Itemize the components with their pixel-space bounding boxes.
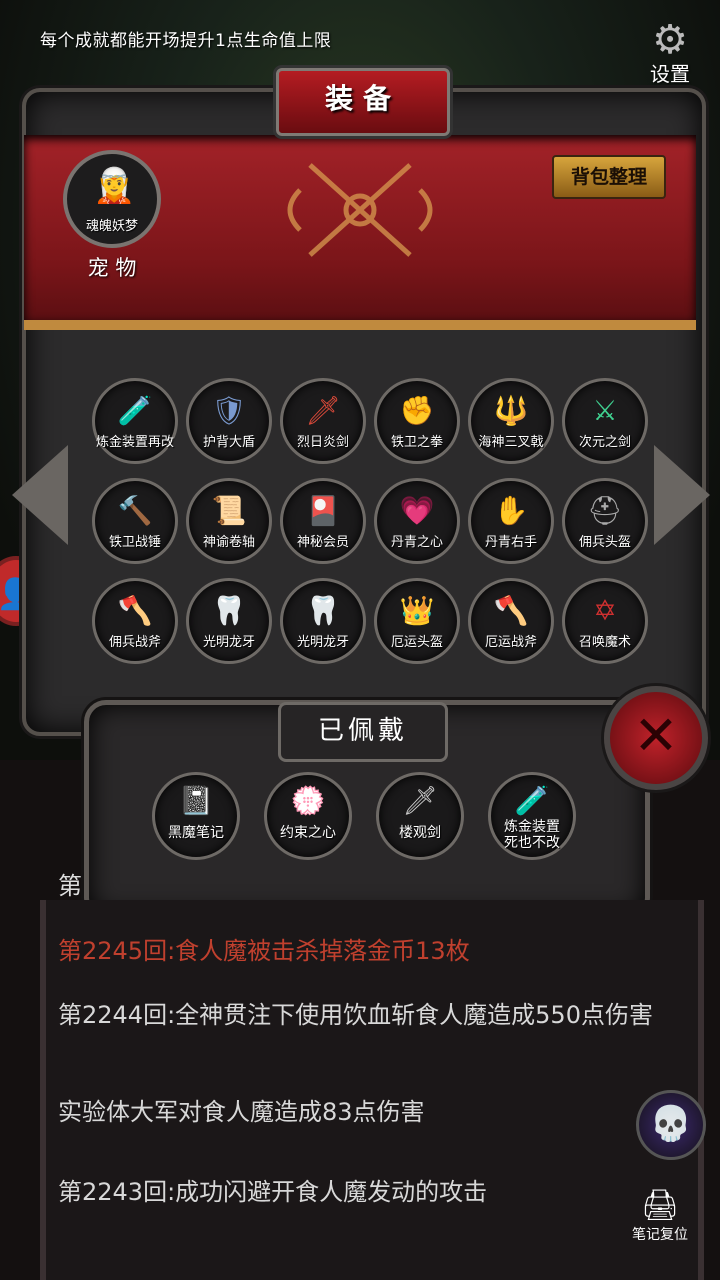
item-name: 黑魔笔记 <box>168 825 224 841</box>
log-line: 第2243回:成功闪避开食人魔发动的攻击 <box>58 1178 488 1206</box>
crossed-swords-emblem-icon <box>287 163 433 257</box>
item-name: 楼观剑 <box>399 825 441 841</box>
item-name: 炼金装置 死也不改 <box>504 819 560 851</box>
equipped-title: 已佩戴 <box>278 702 448 762</box>
inventory-slot[interactable]: 🧪 炼金装置再改 <box>92 378 178 464</box>
log-line: 实验体大军对食人魔造成83点伤害 <box>58 1098 425 1126</box>
inventory-slot[interactable]: 🎴 神秘会员 <box>280 478 366 564</box>
item-name: 光明龙牙 <box>296 635 349 650</box>
item-name: 厄运战斧 <box>484 635 537 650</box>
demon-skull-button[interactable]: 💀 <box>636 1090 706 1160</box>
sort-bag-button[interactable]: 背包整理 <box>552 155 666 199</box>
item-name: 铁卫之拳 <box>390 435 443 450</box>
pet-name: 魂魄妖梦 <box>85 219 138 234</box>
settings-label: 设置 <box>650 62 690 86</box>
item-name: 炼金装置再改 <box>95 435 174 450</box>
item-icon: 📓 <box>178 784 214 817</box>
item-name: 佣兵战斧 <box>108 635 161 650</box>
item-name: 召唤魔术 <box>578 635 631 650</box>
item-icon: 🪓 <box>117 594 153 627</box>
item-icon: 👑 <box>399 594 435 627</box>
item-icon: 🦷 <box>305 594 341 627</box>
skull-icon: 💀 <box>649 1104 693 1144</box>
top-tip-text: 每个成就都能开场提升1点生命值上限 <box>40 31 332 51</box>
pet-label: 宠 物 <box>87 256 137 280</box>
log-line-partial: 第 <box>58 872 82 900</box>
previous-page-arrow-icon[interactable] <box>12 445 68 545</box>
close-button[interactable]: ✕ <box>604 686 708 790</box>
log-line: 第2244回:全神贯注下使用饮血斩食人魔造成550点伤害 <box>58 1001 653 1029</box>
item-icon: 🧪 <box>514 784 550 817</box>
equipped-slot[interactable]: 📓 黑魔笔记 <box>152 772 240 860</box>
settings-button[interactable]: ⚙ 设置 <box>638 18 702 88</box>
item-icon: 🦷 <box>211 594 247 627</box>
item-name: 佣兵头盔 <box>578 535 631 550</box>
item-name: 厄运头盔 <box>390 635 443 650</box>
item-name: 烈日炎剑 <box>296 435 349 450</box>
item-icon: ⚔ <box>592 394 618 427</box>
inventory-slot[interactable]: ✋ 丹青右手 <box>468 478 554 564</box>
item-name: 神秘会员 <box>296 535 349 550</box>
inventory-slot[interactable]: 🪓 佣兵战斧 <box>92 578 178 664</box>
gear-icon: ⚙ <box>652 17 688 63</box>
item-icon: 📜 <box>211 494 247 527</box>
item-name: 海神三叉戟 <box>478 435 544 450</box>
item-name: 光明龙牙 <box>202 635 255 650</box>
item-name: 丹青右手 <box>484 535 537 550</box>
inventory-slot[interactable]: 🔱 海神三叉戟 <box>468 378 554 464</box>
item-icon: 🗡 <box>402 784 438 817</box>
item-name: 次元之剑 <box>578 435 631 450</box>
inventory-slot[interactable]: 📜 神谕卷轴 <box>186 478 272 564</box>
panel-title: 装备 <box>276 68 450 136</box>
inventory-slot[interactable]: 👑 厄运头盔 <box>374 578 460 664</box>
item-icon: 🔱 <box>493 394 529 427</box>
inventory-slot[interactable]: ✊ 铁卫之拳 <box>374 378 460 464</box>
item-name: 护背大盾 <box>202 435 255 450</box>
inventory-slot[interactable]: 🔨 铁卫战锤 <box>92 478 178 564</box>
next-page-arrow-icon[interactable] <box>654 445 710 545</box>
inventory-slot[interactable]: 🪓 厄运战斧 <box>468 578 554 664</box>
item-icon: 💮 <box>290 784 326 817</box>
equipped-slot[interactable]: 🗡 楼观剑 <box>376 772 464 860</box>
notes-reset-button[interactable]: 🖨 笔记复位 <box>624 1188 696 1244</box>
printer-icon: 🖨 <box>640 1188 680 1223</box>
item-icon: ✋ <box>493 494 529 527</box>
item-icon: 🧪 <box>117 394 153 427</box>
inventory-slot[interactable]: ⛑ 佣兵头盔 <box>562 478 648 564</box>
item-name: 丹青之心 <box>390 535 443 550</box>
pet-portrait: 🧝 魂魄妖梦 <box>63 150 161 248</box>
equipped-slot[interactable]: 💮 约束之心 <box>264 772 352 860</box>
item-name: 铁卫战锤 <box>108 535 161 550</box>
pet-avatar-icon: 🧝 <box>93 166 136 206</box>
item-name: 神谕卷轴 <box>202 535 255 550</box>
inventory-slot[interactable]: ✡ 召唤魔术 <box>562 578 648 664</box>
item-icon: ✡ <box>593 594 617 627</box>
inventory-slot[interactable]: 🛡 护背大盾 <box>186 378 272 464</box>
inventory-slot[interactable]: 🗡 烈日炎剑 <box>280 378 366 464</box>
inventory-slot[interactable]: 🦷 光明龙牙 <box>186 578 272 664</box>
equipped-slot[interactable]: 🧪 炼金装置 死也不改 <box>488 772 576 860</box>
inventory-slot[interactable]: 💗 丹青之心 <box>374 478 460 564</box>
item-icon: ✊ <box>399 394 435 427</box>
log-line: 第2245回:食人魔被击杀掉落金币13枚 <box>58 937 470 965</box>
item-icon: 💗 <box>399 494 435 527</box>
inventory-slot[interactable]: 🦷 光明龙牙 <box>280 578 366 664</box>
item-icon: ⛑ <box>587 494 623 527</box>
item-icon: 🪓 <box>493 594 529 627</box>
item-name: 约束之心 <box>280 825 336 841</box>
item-icon: 🗡 <box>305 394 341 427</box>
notes-reset-label: 笔记复位 <box>632 1227 688 1243</box>
inventory-slot[interactable]: ⚔ 次元之剑 <box>562 378 648 464</box>
item-icon: 🔨 <box>117 494 153 527</box>
item-icon: 🎴 <box>305 494 341 527</box>
item-icon: 🛡 <box>211 394 247 427</box>
pet-slot[interactable]: 🧝 魂魄妖梦 宠 物 <box>62 150 162 282</box>
